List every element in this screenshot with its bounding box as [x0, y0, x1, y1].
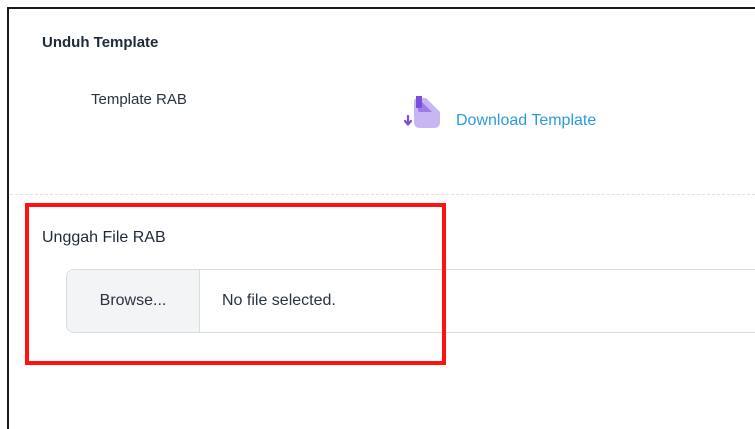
download-section-title: Unduh Template: [42, 34, 159, 51]
page-frame: [7, 7, 755, 429]
download-template-link[interactable]: Download Template: [456, 112, 596, 130]
file-upload-input[interactable]: Browse... No file selected.: [66, 269, 755, 333]
file-status-text: No file selected.: [222, 292, 336, 309]
file-download-icon[interactable]: [402, 94, 442, 130]
browse-button[interactable]: Browse...: [67, 270, 200, 332]
section-divider: [10, 194, 755, 195]
upload-section-title: Unggah File RAB: [42, 229, 166, 246]
template-rab-label: Template RAB: [91, 91, 187, 108]
